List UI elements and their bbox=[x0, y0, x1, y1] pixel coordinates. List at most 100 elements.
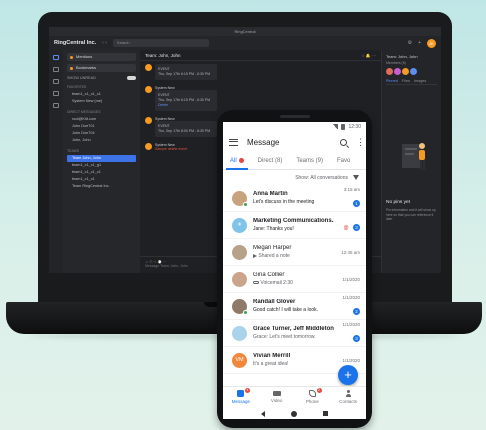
nav-phone[interactable]: 2 Phone bbox=[295, 387, 331, 408]
event-delete-link[interactable]: Delete bbox=[158, 103, 214, 108]
page-title: Message bbox=[247, 137, 280, 147]
nav-badge: 2 bbox=[316, 388, 322, 393]
battery-icon bbox=[341, 123, 346, 130]
tab-teams[interactable]: Teams (9) bbox=[289, 153, 330, 169]
direct-messages-heading: DIRECT MESSAGES bbox=[67, 110, 101, 114]
avatar bbox=[386, 68, 393, 75]
message-item: EVENT Thu, Sep 17th 6:15 PM - 6:30 PM bbox=[140, 61, 381, 83]
empty-pins-title: No pins yet bbox=[386, 200, 410, 205]
sidebar-item-team[interactable]: team1_c1_c1_c1 bbox=[67, 169, 136, 176]
settings-icon[interactable]: ⚙ bbox=[408, 40, 412, 46]
event-card[interactable]: EVENT Thu, Sep 17th 6:15 PM - 6:30 PM De… bbox=[155, 90, 217, 111]
tab-images[interactable]: Images bbox=[414, 79, 426, 83]
conversation-preview: Good catch! I will take a look. bbox=[253, 307, 319, 313]
conversation-time: 1/1/2020 bbox=[342, 276, 360, 282]
calendar-rail-icon[interactable] bbox=[53, 103, 59, 108]
desktop-search-input[interactable]: Search bbox=[112, 39, 209, 47]
event-card[interactable]: EVENT Thu, Sep 17th 6:15 PM - 6:30 PM bbox=[155, 64, 217, 80]
conversation-sidebar: Mentions Bookmarks SHOW UNREAD FAVORITES… bbox=[63, 50, 140, 273]
tab-all[interactable]: All bbox=[223, 153, 251, 170]
tab-all-label: All bbox=[230, 158, 237, 164]
right-panel: Team: John, John Members (5) Pinned File… bbox=[381, 50, 441, 273]
message-icon bbox=[237, 390, 245, 397]
contacts-rail-icon[interactable] bbox=[53, 91, 59, 96]
conversation-name: Grace Turner, Jeff Middleton... bbox=[253, 326, 334, 332]
show-unread-toggle[interactable]: SHOW UNREAD bbox=[67, 76, 136, 80]
sidebar-item-dm[interactable]: John, John bbox=[67, 137, 136, 144]
toggle-switch[interactable] bbox=[127, 76, 136, 80]
home-icon[interactable] bbox=[291, 410, 297, 417]
voicemail-icon bbox=[253, 281, 259, 285]
add-icon[interactable]: + bbox=[418, 40, 421, 46]
list-item[interactable]: ✳ Marketing Communications... Jane: Thank… bbox=[223, 212, 366, 239]
nav-contacts[interactable]: Contacts bbox=[330, 387, 366, 408]
sender-avatar bbox=[145, 143, 152, 150]
messages-rail-icon[interactable] bbox=[53, 55, 59, 60]
sidebar-item-dm[interactable]: John Doe704 bbox=[67, 130, 136, 137]
right-panel-title: Team: John, John bbox=[386, 54, 418, 59]
empty-pins-description: Pin information and it will show up here… bbox=[386, 208, 436, 221]
tab-files[interactable]: Files bbox=[402, 79, 410, 83]
list-item[interactable]: Grace Turner, Jeff Middleton... Grace: Le… bbox=[223, 320, 366, 347]
conversation-name: Megan Harper bbox=[253, 245, 292, 251]
sidebar-item-team[interactable]: team1_c1_c1_g1 bbox=[67, 162, 136, 169]
bookmarks-button[interactable]: Bookmarks bbox=[67, 64, 136, 72]
sidebar-item-dm[interactable]: John Doe701 bbox=[67, 123, 136, 130]
unread-badge: 3 bbox=[353, 334, 360, 342]
window-title: RingCentral bbox=[49, 27, 441, 36]
conversation-preview: Shared a note bbox=[258, 253, 290, 259]
conversation-header: Team: John, John ☆ 🔔 ⋯ bbox=[140, 50, 381, 61]
filter-icon[interactable] bbox=[353, 175, 359, 180]
more-options-icon[interactable]: ⋮ bbox=[356, 137, 365, 147]
phone-screen: 12:30 Message ⋮ All Direct (8) Teams (9)… bbox=[223, 122, 366, 419]
sidebar-item-team[interactable]: Team RingCentral Inc. bbox=[67, 183, 136, 190]
mentions-button[interactable]: Mentions bbox=[67, 53, 136, 61]
list-item[interactable]: Megan Harper Shared a note 12:45 am bbox=[223, 239, 366, 266]
phone-device: 12:30 Message ⋮ All Direct (8) Teams (9)… bbox=[217, 110, 372, 428]
group-avatar: ✳ bbox=[232, 217, 247, 233]
conversation-name: Gina Collier bbox=[253, 272, 285, 278]
unread-dot-icon bbox=[238, 157, 244, 163]
group-avatar bbox=[232, 325, 247, 341]
event-card[interactable]: EVENT Thu, Sep 17th 8:00 PM - 8:30 PM bbox=[155, 121, 217, 137]
new-conversation-button[interactable]: + bbox=[338, 365, 358, 385]
search-icon[interactable] bbox=[340, 138, 347, 146]
recents-icon[interactable] bbox=[323, 411, 328, 416]
sidebar-item-favorite[interactable]: team1_c1_c1_c1 bbox=[67, 91, 136, 98]
conversation-actions-icon[interactable]: ☆ 🔔 ⋯ bbox=[361, 53, 376, 58]
avatar bbox=[232, 190, 248, 207]
back-icon[interactable] bbox=[261, 410, 265, 417]
menu-icon[interactable] bbox=[229, 138, 238, 146]
filter-row[interactable]: Show: All conversations bbox=[223, 170, 366, 185]
tab-pinned[interactable]: Pinned bbox=[386, 79, 398, 83]
sidebar-item-dm[interactable]: root@Kitt.com bbox=[67, 116, 136, 123]
conversation-preview: Grace: Let's meet tomorrow. bbox=[253, 334, 316, 340]
nav-message[interactable]: 4 Message bbox=[223, 387, 259, 408]
list-item[interactable]: Gina Collier Voicemail 2:30 1/1/2020 bbox=[223, 266, 366, 293]
list-item[interactable]: Randall Glover Good catch! I will take a … bbox=[223, 293, 366, 320]
member-avatars[interactable] bbox=[386, 68, 437, 75]
tab-favorites[interactable]: Favo bbox=[330, 153, 357, 169]
nav-badge: 4 bbox=[245, 388, 250, 393]
video-rail-icon[interactable] bbox=[53, 67, 59, 72]
phone-rail-icon[interactable] bbox=[53, 79, 59, 84]
sidebar-item-favorite[interactable]: System New (me) bbox=[67, 98, 136, 105]
unread-badge: 1 bbox=[353, 199, 360, 207]
conversation-title: Team: John, John bbox=[145, 52, 181, 58]
system-navigation-bar bbox=[223, 408, 366, 419]
sidebar-item-team[interactable]: team1_c1_c1 bbox=[67, 176, 136, 183]
tab-direct[interactable]: Direct (8) bbox=[251, 153, 290, 169]
avatar bbox=[402, 68, 409, 75]
conversation-time: 1/1/2020 bbox=[342, 321, 360, 327]
right-panel-tabs: Pinned Files Images bbox=[386, 79, 437, 85]
event-date: Thu, Sep 17th 8:00 PM - 8:30 PM bbox=[158, 129, 211, 133]
nav-label: Video bbox=[270, 398, 283, 403]
list-item[interactable]: Anna Martin Let's discuss in the meeting … bbox=[223, 185, 366, 212]
conversation-time: 12:45 am bbox=[341, 249, 360, 255]
contacts-icon bbox=[345, 390, 352, 397]
sidebar-item-team[interactable]: Team John, John bbox=[67, 155, 136, 162]
user-avatar[interactable]: JK bbox=[427, 38, 436, 48]
nav-video[interactable]: Video bbox=[259, 387, 295, 408]
members-count[interactable]: Members (5) bbox=[386, 61, 437, 65]
back-forward-icon[interactable]: ‹ › bbox=[102, 40, 107, 46]
